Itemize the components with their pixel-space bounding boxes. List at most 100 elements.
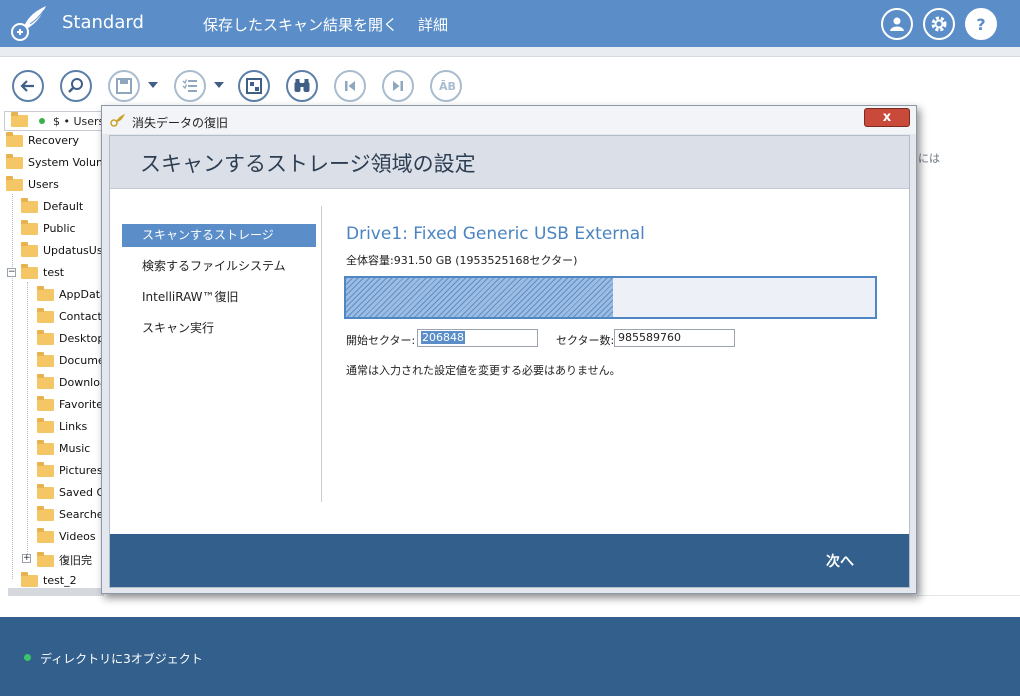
search-zoom-icon	[68, 78, 83, 93]
sector-count-input[interactable]: 985589760	[614, 329, 735, 347]
steps-divider	[321, 206, 322, 502]
open-saved-scan-link[interactable]: 保存したスキャン結果を開く	[203, 14, 398, 35]
background-divider	[917, 595, 1020, 596]
folder-icon	[21, 220, 38, 235]
tree-item[interactable]: Music	[37, 440, 90, 462]
view-mode-icon	[246, 78, 262, 94]
tree-expand-toggle[interactable]: +	[22, 554, 31, 563]
list-options-dropdown-caret[interactable]	[214, 82, 224, 88]
app-title: Standard	[62, 12, 144, 33]
folder-icon	[37, 286, 54, 301]
find-binoculars-icon	[294, 79, 310, 92]
recovery-dialog: 消失データの復旧 x スキャンするストレージ領域の設定 スキャンするストレージ …	[101, 105, 917, 594]
ab-text-icon: ĀB	[439, 80, 456, 93]
tree-item[interactable]: test	[21, 264, 65, 286]
tree-item[interactable]: Pictures	[37, 462, 103, 484]
tree-item[interactable]: System Volume	[6, 154, 113, 176]
folder-icon	[21, 572, 38, 587]
folder-icon	[6, 154, 23, 169]
help-button[interactable]: ?	[965, 8, 997, 40]
tree-item[interactable]: Users	[6, 176, 59, 198]
tree-item-label: 復旧完	[59, 554, 92, 567]
svg-text:?: ?	[976, 15, 985, 33]
step-run-scan[interactable]: スキャン実行	[122, 317, 316, 340]
tree-item-label: test	[43, 266, 65, 279]
settings-gear-icon	[931, 16, 947, 32]
dialog-window-title: 消失データの復旧	[132, 116, 229, 130]
tree-item[interactable]: Public	[21, 220, 76, 242]
save-button[interactable]	[108, 70, 140, 102]
tree-item[interactable]: UpdatusUse	[21, 242, 109, 264]
tree-item-label: Users	[28, 178, 59, 191]
back-button[interactable]	[12, 70, 44, 102]
account-button[interactable]	[881, 8, 913, 40]
tree-item-label: test_2	[43, 574, 77, 587]
dialog-close-button[interactable]: x	[864, 108, 910, 127]
start-sector-input[interactable]: 206848	[417, 329, 538, 347]
tree-item[interactable]: Links	[37, 418, 87, 440]
dialog-app-icon	[110, 114, 125, 127]
tree-item[interactable]: Searches	[37, 506, 109, 528]
folder-icon	[21, 242, 38, 257]
tree-collapse-toggle[interactable]: −	[7, 268, 16, 277]
capacity-value: :931.50 GB (1953525168セクター)	[390, 254, 578, 267]
capacity-label: 全体容量	[346, 254, 390, 267]
storage-range-bar[interactable]	[344, 276, 877, 319]
step-scan-storage[interactable]: スキャンするストレージ	[122, 224, 316, 247]
dialog-heading: スキャンするストレージ領域の設定	[140, 152, 476, 176]
tree-item[interactable]: Contacts	[37, 308, 108, 330]
folder-icon	[11, 112, 28, 127]
previous-icon	[345, 81, 355, 91]
view-mode-button[interactable]	[238, 70, 270, 102]
tree-item-label: Videos	[59, 530, 96, 543]
account-icon	[890, 17, 904, 31]
folder-icon	[37, 528, 54, 543]
find-button[interactable]	[286, 70, 318, 102]
folder-icon	[37, 484, 54, 499]
tree-guide-line	[27, 282, 28, 558]
tree-item[interactable]: AppData	[37, 286, 107, 308]
list-options-icon	[182, 79, 197, 92]
folder-icon	[37, 462, 54, 477]
status-dot-icon	[39, 118, 45, 124]
start-sector-label: 開始セクター:	[346, 334, 416, 347]
step-intelliraw[interactable]: IntelliRAW™復旧	[122, 286, 316, 309]
dialog-title-bar[interactable]: 消失データの復旧 x	[102, 106, 916, 134]
tree-path-text: $ • Users	[53, 115, 104, 128]
sector-count-label: セクター数:	[556, 334, 615, 347]
tree-item[interactable]: Default	[21, 198, 83, 220]
ab-text-button[interactable]: ĀB	[430, 70, 462, 102]
tree-item[interactable]: Desktop	[37, 330, 104, 352]
tree-item-label: Pictures	[59, 464, 103, 477]
tree-item[interactable]: Favorites	[37, 396, 109, 418]
folder-icon	[37, 418, 54, 433]
details-link[interactable]: 詳細	[418, 14, 448, 35]
next-button[interactable]: 次へ	[826, 551, 854, 571]
dialog-body: スキャンするストレージ領域の設定 スキャンするストレージ 検索するファイルシステ…	[109, 135, 910, 588]
settings-button[interactable]	[923, 8, 955, 40]
tree-item[interactable]: Recovery	[6, 132, 79, 154]
tree-guide-line	[12, 194, 13, 579]
tree-item-label: AppData	[59, 288, 107, 301]
list-options-button[interactable]	[174, 70, 206, 102]
back-icon	[20, 80, 34, 92]
tree-path-box[interactable]: $ • Users	[4, 111, 104, 131]
tree-item[interactable]: Videos	[37, 528, 96, 550]
save-icon	[116, 78, 132, 94]
tree-item[interactable]: Downloa	[37, 374, 107, 396]
help-icon: ?	[976, 15, 985, 33]
step-file-system[interactable]: 検索するファイルシステム	[122, 255, 316, 278]
folder-icon	[37, 308, 54, 323]
previous-button[interactable]	[334, 70, 366, 102]
header-divider	[0, 47, 1020, 57]
folder-icon	[37, 374, 54, 389]
next-button-toolbar[interactable]	[382, 70, 414, 102]
tree-item-label: Public	[43, 222, 76, 235]
tree-horizontal-scrollbar[interactable]	[8, 588, 104, 596]
hint-text: 通常は入力された設定値を変更する必要はありません。	[346, 364, 621, 377]
folder-icon	[21, 198, 38, 213]
tree-item[interactable]: 復旧完	[37, 552, 92, 572]
search-zoom-button[interactable]	[60, 70, 92, 102]
folder-icon	[37, 352, 54, 367]
save-dropdown-caret[interactable]	[148, 82, 158, 88]
